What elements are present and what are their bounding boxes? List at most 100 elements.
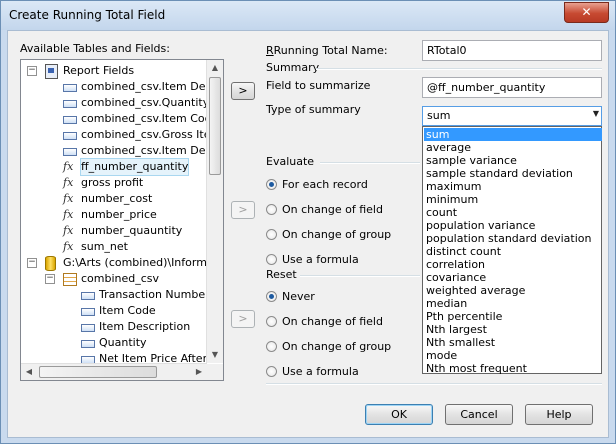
tree-item[interactable]: combined_csv.Item Code bbox=[21, 111, 218, 127]
summary-option[interactable]: Pth percentile bbox=[424, 310, 602, 323]
summary-option[interactable]: population standard deviation bbox=[424, 232, 602, 245]
formula-icon: fx bbox=[63, 192, 74, 205]
tree-item[interactable]: combined_csv.Gross Item bbox=[21, 127, 221, 143]
horizontal-scroll-thumb[interactable] bbox=[39, 366, 157, 378]
tree-item-label: G:\Arts (combined)\Informatio bbox=[63, 256, 224, 269]
report-icon bbox=[45, 64, 58, 79]
type-of-summary-select[interactable]: sum ▼ bbox=[422, 106, 602, 126]
radio-circle-icon[interactable] bbox=[266, 254, 277, 265]
radio-label: On change of group bbox=[282, 228, 392, 241]
tree-item-label: combined_csv.Quantity bbox=[81, 96, 210, 109]
cancel-button[interactable]: Cancel bbox=[445, 404, 513, 425]
type-of-summary-dropdown[interactable]: sum average sample variance sample standard… bbox=[422, 126, 602, 375]
bottom-divider bbox=[266, 383, 602, 385]
tree-item-label: Transaction Number bbox=[99, 288, 210, 301]
summary-option[interactable]: population variance bbox=[424, 219, 602, 232]
tree-item[interactable]: fx gross profit bbox=[21, 175, 206, 191]
close-button[interactable]: ✕ bbox=[564, 2, 609, 23]
tree-item[interactable]: Item Description bbox=[21, 319, 206, 335]
summary-option[interactable]: average bbox=[424, 141, 602, 154]
tree-item-label: combined_csv.Gross Item bbox=[81, 128, 222, 141]
radio-label: Use a formula bbox=[282, 253, 359, 266]
summary-option[interactable]: sample standard deviation bbox=[424, 167, 602, 180]
tree-vertical-scrollbar[interactable]: ▲ ▼ bbox=[206, 60, 223, 363]
fields-tree[interactable]: − Report Fields combined_csv.Item Descr com… bbox=[20, 59, 224, 381]
summary-option[interactable]: sample variance bbox=[424, 154, 602, 167]
tree-item[interactable]: Quantity bbox=[21, 335, 206, 351]
vertical-scroll-thumb[interactable] bbox=[209, 77, 221, 175]
tree-item[interactable]: fx number_quauntity bbox=[21, 223, 206, 239]
summary-option[interactable]: maximum bbox=[424, 180, 602, 193]
evaluate-option-radio[interactable]: On change of field bbox=[266, 202, 416, 218]
radio-circle-icon[interactable] bbox=[266, 341, 277, 352]
reset-option-radio[interactable]: On change of group bbox=[266, 339, 416, 355]
reset-divider bbox=[300, 275, 420, 277]
title-bar[interactable]: Create Running Total Field ✕ bbox=[1, 1, 615, 30]
scroll-left-icon[interactable]: ◀ bbox=[21, 364, 37, 380]
radio-circle-icon[interactable] bbox=[266, 316, 277, 327]
collapse-icon[interactable]: − bbox=[27, 258, 37, 268]
field-icon bbox=[63, 84, 77, 92]
scroll-right-icon[interactable]: ▶ bbox=[191, 364, 207, 380]
summary-option[interactable]: distinct count bbox=[424, 245, 602, 258]
field-to-summarize-input[interactable]: @ff_number_quantity bbox=[422, 77, 602, 98]
tree-item[interactable]: fx sum_net bbox=[21, 239, 206, 255]
summary-option[interactable]: Nth largest bbox=[424, 323, 602, 336]
tree-item-label: Item Code bbox=[99, 304, 156, 317]
scroll-up-icon[interactable]: ▲ bbox=[207, 60, 223, 76]
tree-item[interactable]: − Report Fields bbox=[21, 63, 206, 79]
tree-item[interactable]: fx ff_number_quantity bbox=[21, 158, 206, 176]
summary-option[interactable]: minimum bbox=[424, 193, 602, 206]
scroll-down-icon[interactable]: ▼ bbox=[207, 347, 223, 363]
radio-label: Never bbox=[282, 290, 315, 303]
summary-option[interactable]: count bbox=[424, 206, 602, 219]
radio-circle-icon[interactable] bbox=[266, 204, 277, 215]
chevron-down-icon[interactable]: ▼ bbox=[593, 109, 599, 118]
summary-option[interactable]: mode bbox=[424, 349, 602, 362]
tree-item[interactable]: Item Code bbox=[21, 303, 206, 319]
tree-item-label: combined_csv.Item Code bbox=[81, 112, 219, 125]
collapse-icon[interactable]: − bbox=[27, 66, 37, 76]
tree-item[interactable]: − G:\Arts (combined)\Informatio bbox=[21, 255, 223, 271]
add-field-to-summarize-button[interactable]: > bbox=[231, 82, 255, 100]
summary-option[interactable]: Nth smallest bbox=[424, 336, 602, 349]
summary-option[interactable]: weighted average bbox=[424, 284, 602, 297]
summary-option[interactable]: median bbox=[424, 297, 602, 310]
evaluate-option-radio[interactable]: On change of group bbox=[266, 227, 416, 243]
tree-item[interactable]: combined_csv.Item Descr bbox=[21, 79, 222, 95]
formula-icon: fx bbox=[63, 176, 74, 189]
help-button[interactable]: Help bbox=[525, 404, 593, 425]
collapse-icon[interactable]: − bbox=[45, 274, 55, 284]
tree-item[interactable]: combined_csv.Quantity bbox=[21, 95, 210, 111]
field-icon bbox=[63, 132, 77, 140]
running-total-name-input[interactable]: RTotal0 bbox=[422, 40, 602, 61]
evaluate-heading: Evaluate bbox=[266, 155, 315, 168]
ok-button[interactable]: OK bbox=[365, 404, 433, 425]
field-icon bbox=[63, 116, 77, 124]
window-title: Create Running Total Field bbox=[9, 8, 166, 22]
reset-option-radio[interactable]: Never bbox=[266, 289, 416, 305]
add-reset-field-button[interactable]: > bbox=[231, 310, 255, 328]
radio-circle-icon[interactable] bbox=[266, 366, 277, 377]
summary-option[interactable]: Nth most frequent bbox=[424, 362, 602, 375]
available-fields-label: Available Tables and Fields: bbox=[20, 42, 170, 55]
tree-horizontal-scrollbar[interactable]: ◀ ▶ bbox=[21, 363, 207, 380]
radio-circle-icon[interactable] bbox=[266, 291, 277, 302]
radio-circle-icon[interactable] bbox=[266, 179, 277, 190]
reset-option-radio[interactable]: On change of field bbox=[266, 314, 416, 330]
tree-item[interactable]: fx number_cost bbox=[21, 191, 206, 207]
tree-item[interactable]: Transaction Number bbox=[21, 287, 210, 303]
tree-item-label: Quantity bbox=[99, 336, 147, 349]
evaluate-option-radio[interactable]: For each record bbox=[266, 177, 416, 193]
tree-item[interactable]: combined_csv.Item Descr bbox=[21, 143, 222, 159]
tree-item[interactable]: − combined_csv bbox=[21, 271, 206, 287]
reset-option-radio[interactable]: Use a formula bbox=[266, 364, 416, 380]
tree-item[interactable]: fx number_price bbox=[21, 207, 206, 223]
evaluate-option-radio[interactable]: Use a formula bbox=[266, 252, 416, 268]
summary-option[interactable]: correlation bbox=[424, 258, 602, 271]
summary-option[interactable]: sum bbox=[424, 128, 602, 141]
add-evaluate-field-button[interactable]: > bbox=[231, 201, 255, 219]
radio-circle-icon[interactable] bbox=[266, 229, 277, 240]
tree-item-label: gross profit bbox=[81, 176, 144, 189]
summary-option[interactable]: covariance bbox=[424, 271, 602, 284]
